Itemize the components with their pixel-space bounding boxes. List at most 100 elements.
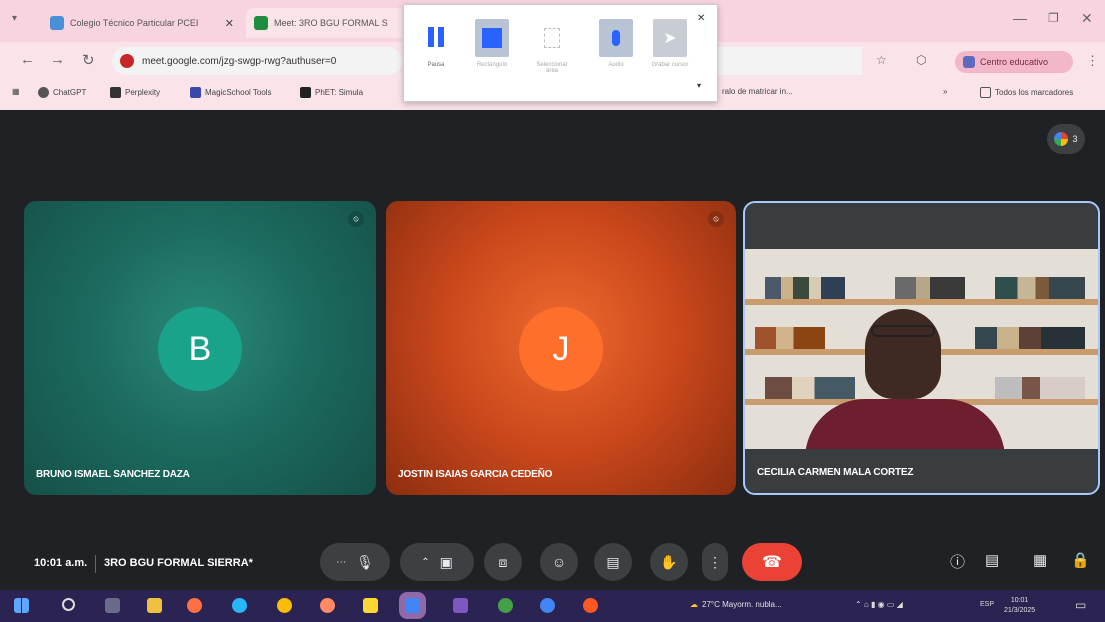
app-icon[interactable] [583,598,598,613]
weather-widget[interactable]: ☁ 27°C Mayorm. nubla... [690,600,782,609]
tab-title: Colegio Técnico Particular PCEI [70,18,199,28]
bookmark-label: ralo de matricar in... [722,87,793,96]
windows-start-icon[interactable] [14,598,29,613]
firefox-icon[interactable] [187,598,202,613]
microphone-icon: 🎙 [356,553,374,570]
participant-tile[interactable]: ⦸ J JOSTIN ISAIAS GARCIA CEDEÑO [386,201,736,495]
recorder-label: Pausa [427,62,445,68]
clock-date: 21/3/2025 [1004,607,1036,614]
recorder-label: Grabar cursor [651,62,689,68]
tab-colegio[interactable]: Colegio Técnico Particular PCEI ✕ [42,8,242,38]
leave-call-button[interactable]: ☎ [742,543,802,581]
present-screen-button[interactable]: ⧈ [484,543,522,581]
bookmark-magicschool[interactable]: MagicSchool Tools [190,87,272,98]
meet-favicon-icon [254,16,268,30]
search-icon[interactable] [62,598,75,611]
captions-button[interactable]: ▤ [594,543,632,581]
participant-tile[interactable]: ⦸ B BRUNO ISMAEL SANCHEZ DAZA [24,201,376,495]
language-indicator[interactable]: ESP [980,601,994,608]
clock[interactable]: 10:01 21/3/2025 [1004,596,1035,616]
bookmarks-overflow-icon[interactable]: » [943,87,947,96]
chat-icon[interactable]: ▤ [985,551,999,569]
site-favicon-icon [50,16,64,30]
cursor-icon: ➤ [653,19,687,57]
more-options-button[interactable]: ⋮ [702,543,728,581]
chrome-active-icon[interactable] [405,598,420,613]
microphone-icon [599,19,633,57]
clock-time: 10:01 [1010,597,1029,604]
participant-name: BRUNO ISMAEL SANCHEZ DAZA [36,469,190,480]
bookmark-right-fragment[interactable]: ralo de matricar in... [722,87,793,96]
microphone-button[interactable]: ⋯ 🎙 [320,543,390,581]
activities-icon[interactable]: ▦ [1033,551,1047,569]
participants-icon [1054,132,1069,146]
extensions-icon[interactable]: ⬡ [916,53,926,67]
bookmark-chatgpt[interactable]: ChatGPT [38,87,86,98]
apps-icon[interactable]: ▦ [12,87,20,96]
divider [95,555,96,573]
site-info-icon[interactable] [120,54,134,68]
reload-icon[interactable]: ↻ [82,51,95,69]
profile-button[interactable]: Centro educativo [955,51,1073,73]
camera-options-icon[interactable]: ⌃ [421,557,429,568]
hand-icon: ✋ [660,553,678,570]
bookmark-label: ChatGPT [53,88,87,97]
tab-title: Meet: 3RO BGU FORMAL S [274,18,388,28]
tray-icons[interactable]: ⌃ ⌂ ▮ ◉ ▭ ◢ [855,600,903,609]
rectangle-button[interactable]: Rectángulo [470,19,514,79]
more-icon: ⋮ [708,553,722,570]
app-icon[interactable] [363,598,378,613]
edge-icon[interactable] [232,598,247,613]
collapse-recorder-icon[interactable]: ▾ [697,81,701,90]
participant-tile-video[interactable]: CECILIA CARMEN MALA CORTEZ [743,201,1100,495]
close-window-icon[interactable]: ✕ [1081,10,1093,27]
maximize-icon[interactable]: ❐ [1048,11,1059,25]
audio-button[interactable]: Audio [594,19,638,79]
perplexity-icon [110,87,121,98]
tab-meet[interactable]: Meet: 3RO BGU FORMAL S [246,8,406,38]
bookmark-star-icon[interactable]: ☆ [876,53,887,67]
bookmark-label: MagicSchool Tools [205,88,272,97]
notifications-icon[interactable]: ▭ [1075,598,1086,612]
emoji-button[interactable]: ☺ [540,543,578,581]
camera-button[interactable]: ⌃ ▣ [400,543,474,581]
meeting-title: 3RO BGU FORMAL SIERRA* [104,557,253,569]
meeting-time: 10:01 a.m. [34,557,88,569]
close-recorder-icon[interactable]: ✕ [697,13,705,24]
bookmark-phet[interactable]: PhET: Simula [300,87,363,98]
close-tab-icon[interactable]: ✕ [225,17,234,30]
minimize-icon[interactable]: — [1013,10,1027,26]
whatsapp-icon[interactable] [498,598,513,613]
participants-badge[interactable]: 3 [1047,124,1085,154]
chatgpt-icon [38,87,49,98]
present-icon: ⧈ [498,553,508,570]
folder-icon [980,87,991,98]
menu-icon[interactable]: ⋮ [1086,53,1099,69]
address-bar[interactable]: meet.google.com/jzg-swgp-rwg?authuser=0 [112,47,402,75]
recorder-toolbar: Pausa Rectángulo Seleccionar área Audio … [403,4,718,102]
magicschool-icon [190,87,201,98]
cursor-button[interactable]: ➤ Grabar cursor [648,19,692,79]
hang-up-icon: ☎ [762,554,782,571]
participant-name: JOSTIN ISAIAS GARCIA CEDEÑO [398,469,553,480]
pause-button[interactable]: Pausa [414,19,458,79]
forward-icon[interactable]: → [50,51,65,68]
task-view-icon[interactable] [105,598,120,613]
raise-hand-button[interactable]: ✋ [650,543,688,581]
app-icon[interactable] [453,598,468,613]
file-explorer-icon[interactable] [147,598,162,613]
back-icon[interactable]: ← [20,51,35,68]
bookmark-perplexity[interactable]: Perplexity [110,87,160,98]
chrome-icon[interactable] [277,598,292,613]
avatar: B [158,307,242,391]
app-icon[interactable] [320,598,335,613]
tab-search-icon[interactable]: ▾ [12,13,17,24]
info-icon[interactable]: ⓘ [950,551,965,572]
mic-options-icon[interactable]: ⋯ [336,557,346,568]
other-bookmarks[interactable]: Todos los marcadores [980,87,1073,98]
muted-mic-icon: ⦸ [708,211,724,227]
host-controls-icon[interactable]: 🔒 [1071,551,1090,569]
area-button[interactable]: Seleccionar área [530,19,574,79]
pause-icon [419,19,453,57]
chrome-icon[interactable] [540,598,555,613]
